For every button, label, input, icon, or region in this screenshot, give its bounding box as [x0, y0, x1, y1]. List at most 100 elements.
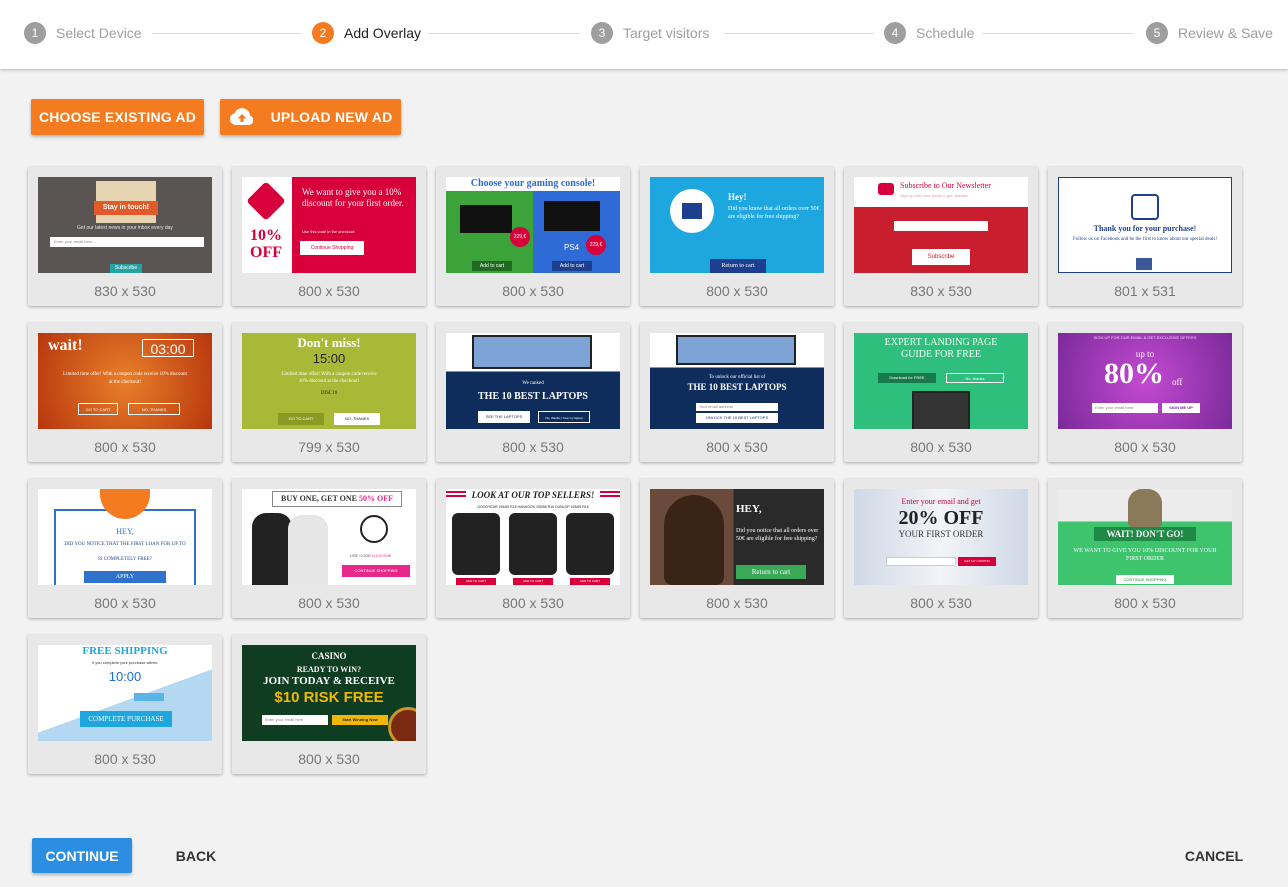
- step-review-save[interactable]: 5 Review & Save: [1146, 22, 1273, 44]
- model-image: [252, 513, 292, 585]
- thumbs-up-icon: [1131, 194, 1159, 220]
- button-label: UPLOAD NEW AD: [270, 109, 393, 125]
- ad-thumbnail: SIGN UP FOR OUR EMAIL & GET EXCLUSIVE OF…: [1058, 333, 1232, 429]
- step-label: Review & Save: [1178, 25, 1273, 41]
- ad-thumbnail: Subscribe to Our Newsletter Sign up with…: [854, 177, 1028, 273]
- ad-size-label: 800 x 530: [94, 595, 156, 611]
- step-connector: [724, 33, 874, 34]
- ad-card-80-off[interactable]: SIGN UP FOR OUR EMAIL & GET EXCLUSIVE OF…: [1048, 323, 1242, 462]
- ad-size-label: 800 x 530: [298, 595, 360, 611]
- ad-thumbnail: BUY ONE, GET ONE 50% OFF USE CODE LUCKYM…: [242, 489, 416, 585]
- ad-card-10-discount[interactable]: 10% OFF We want to give you a 10% discou…: [232, 167, 426, 306]
- ad-size-label: 830 x 530: [94, 283, 156, 299]
- button-label: CONTINUE: [45, 847, 119, 864]
- ad-thumbnail: wait! 03:00 Limited time offer! With a c…: [38, 333, 212, 429]
- step-label: Schedule: [916, 25, 975, 41]
- step-connector: [152, 33, 302, 34]
- console-image: [544, 201, 600, 231]
- ad-thumbnail: Stay in touch! Get our latest news in yo…: [38, 177, 212, 273]
- ad-thumbnail: Thank you for your purchase! Follow us o…: [1058, 177, 1232, 273]
- ad-thumbnail: HEY, DID YOU NOTICE THAT THE FIRST LOAN …: [38, 489, 212, 585]
- step-number: 2: [312, 22, 334, 44]
- ad-card-top-sellers-tires[interactable]: LOOK AT OUR TOP SELLERS! GOODYEAR 195/65…: [436, 479, 630, 618]
- tire-image: [509, 513, 557, 575]
- mail-icon: [878, 183, 894, 195]
- ad-thumbnail: WAIT! DON'T GO! WE WANT TO GIVE YOU 10% …: [1058, 489, 1232, 585]
- ad-size-label: 830 x 530: [910, 283, 972, 299]
- ad-card-stay-in-touch[interactable]: Stay in touch! Get our latest news in yo…: [28, 167, 222, 306]
- ad-card-buy-one-get-one[interactable]: BUY ONE, GET ONE 50% OFF USE CODE LUCKYM…: [232, 479, 426, 618]
- ad-size-label: 800 x 530: [298, 751, 360, 767]
- button-label: CHOOSE EXISTING AD: [38, 109, 197, 125]
- ad-card-wait-timer[interactable]: wait! 03:00 Limited time offer! With a c…: [28, 323, 222, 462]
- ad-card-landing-page-guide[interactable]: EXPERT LANDING PAGE GUIDE FOR FREE Downl…: [844, 323, 1038, 462]
- ad-card-thank-you[interactable]: Thank you for your purchase! Follow us o…: [1048, 167, 1242, 306]
- button-label: CANCEL: [1184, 847, 1244, 864]
- roulette-icon: [388, 707, 416, 741]
- ad-thumbnail: We ranked THE 10 BEST LAPTOPS SEE THE LA…: [446, 333, 620, 429]
- ad-thumbnail: Hey! Did you know that all orders over 5…: [650, 177, 824, 273]
- ad-size-label: 800 x 530: [910, 595, 972, 611]
- email-field: [886, 557, 956, 566]
- ad-size-label: 800 x 530: [94, 751, 156, 767]
- laptop-image: [472, 335, 592, 369]
- ad-thumbnail: LOOK AT OUR TOP SELLERS! GOODYEAR 195/65…: [446, 489, 620, 585]
- email-field: [894, 221, 988, 231]
- ad-card-newsletter[interactable]: Subscribe to Our Newsletter Sign up with…: [844, 167, 1038, 306]
- back-button[interactable]: BACK: [163, 838, 229, 873]
- step-add-overlay[interactable]: 2 Add Overlay: [312, 22, 421, 44]
- ad-card-best-laptops-2[interactable]: To unlock our official list of THE 10 BE…: [640, 323, 834, 462]
- ad-card-free-loan[interactable]: HEY, DID YOU NOTICE THAT THE FIRST LOAN …: [28, 479, 222, 618]
- cloud-upload-icon: [229, 108, 255, 126]
- cancel-button[interactable]: CANCEL: [1178, 838, 1250, 873]
- tire-image: [452, 513, 500, 575]
- ad-card-casino[interactable]: CASINO READY TO WIN? JOIN TODAY & RECEIV…: [232, 635, 426, 774]
- ad-thumbnail: 10% OFF We want to give you a 10% discou…: [242, 177, 416, 273]
- ad-size-label: 800 x 530: [706, 439, 768, 455]
- step-connector: [982, 33, 1134, 34]
- ad-card-best-laptops-1[interactable]: We ranked THE 10 BEST LAPTOPS SEE THE LA…: [436, 323, 630, 462]
- ad-size-label: 800 x 530: [910, 439, 972, 455]
- tablet-image: [912, 391, 970, 429]
- ad-thumbnail: To unlock our official list of THE 10 BE…: [650, 333, 824, 429]
- person-photo: [664, 495, 724, 585]
- laptop-image: [676, 335, 796, 365]
- step-label: Select Device: [56, 25, 142, 41]
- upload-new-ad-button[interactable]: UPLOAD NEW AD: [220, 99, 401, 135]
- continue-button[interactable]: CONTINUE: [32, 838, 132, 873]
- step-label: Add Overlay: [344, 25, 422, 41]
- ad-card-20-off[interactable]: Enter your email and get 20% OFF YOUR FI…: [844, 479, 1038, 618]
- step-schedule[interactable]: 4 Schedule: [884, 22, 974, 44]
- ad-card-dont-miss[interactable]: Don't miss! 15:00 Limited time offer! Wi…: [232, 323, 426, 462]
- ad-size-label: 799 x 530: [298, 439, 360, 455]
- ad-size-label: 800 x 530: [94, 439, 156, 455]
- kitten-photo: [1128, 489, 1162, 527]
- wizard-stepper: 1 Select Device 2 Add Overlay 3 Target v…: [0, 0, 1288, 69]
- ad-card-wait-dont-go[interactable]: WAIT! DON'T GO! WE WANT TO GIVE YOU 10% …: [1048, 479, 1242, 618]
- tire-image: [566, 513, 614, 575]
- step-number: 4: [884, 22, 906, 44]
- choose-existing-ad-button[interactable]: CHOOSE EXISTING AD: [31, 99, 204, 135]
- ad-size-label: 800 x 530: [502, 595, 564, 611]
- console-image: [460, 205, 512, 233]
- ad-thumbnail: EXPERT LANDING PAGE GUIDE FOR FREE Downl…: [854, 333, 1028, 429]
- ad-size-label: 800 x 530: [706, 595, 768, 611]
- ad-size-label: 800 x 530: [502, 283, 564, 299]
- ad-size-label: 800 x 530: [1114, 595, 1176, 611]
- ad-card-gaming-console[interactable]: Choose your gaming console! 229,€ 229,€ …: [436, 167, 630, 306]
- step-select-device[interactable]: 1 Select Device: [24, 22, 142, 44]
- ad-size-label: 800 x 530: [298, 283, 360, 299]
- mustache-icon: [360, 515, 388, 543]
- ad-thumbnail: HEY, Did you notice that all orders over…: [650, 489, 824, 585]
- step-label: Target visitors: [623, 25, 710, 41]
- step-number: 1: [24, 22, 46, 44]
- step-target-visitors[interactable]: 3 Target visitors: [591, 22, 709, 44]
- ad-size-label: 800 x 530: [1114, 439, 1176, 455]
- ad-card-free-shipping-timer[interactable]: FREE SHIPPING if you complete your purch…: [28, 635, 222, 774]
- button-label: BACK: [175, 847, 217, 864]
- ad-size-label: 801 x 531: [1114, 283, 1176, 299]
- ad-card-hey-free-shipping-photo[interactable]: HEY, Did you notice that all orders over…: [640, 479, 834, 618]
- step-connector: [428, 33, 580, 34]
- ad-thumbnail: FREE SHIPPING if you complete your purch…: [38, 645, 212, 741]
- ad-card-free-shipping-hey[interactable]: Hey! Did you know that all orders over 5…: [640, 167, 834, 306]
